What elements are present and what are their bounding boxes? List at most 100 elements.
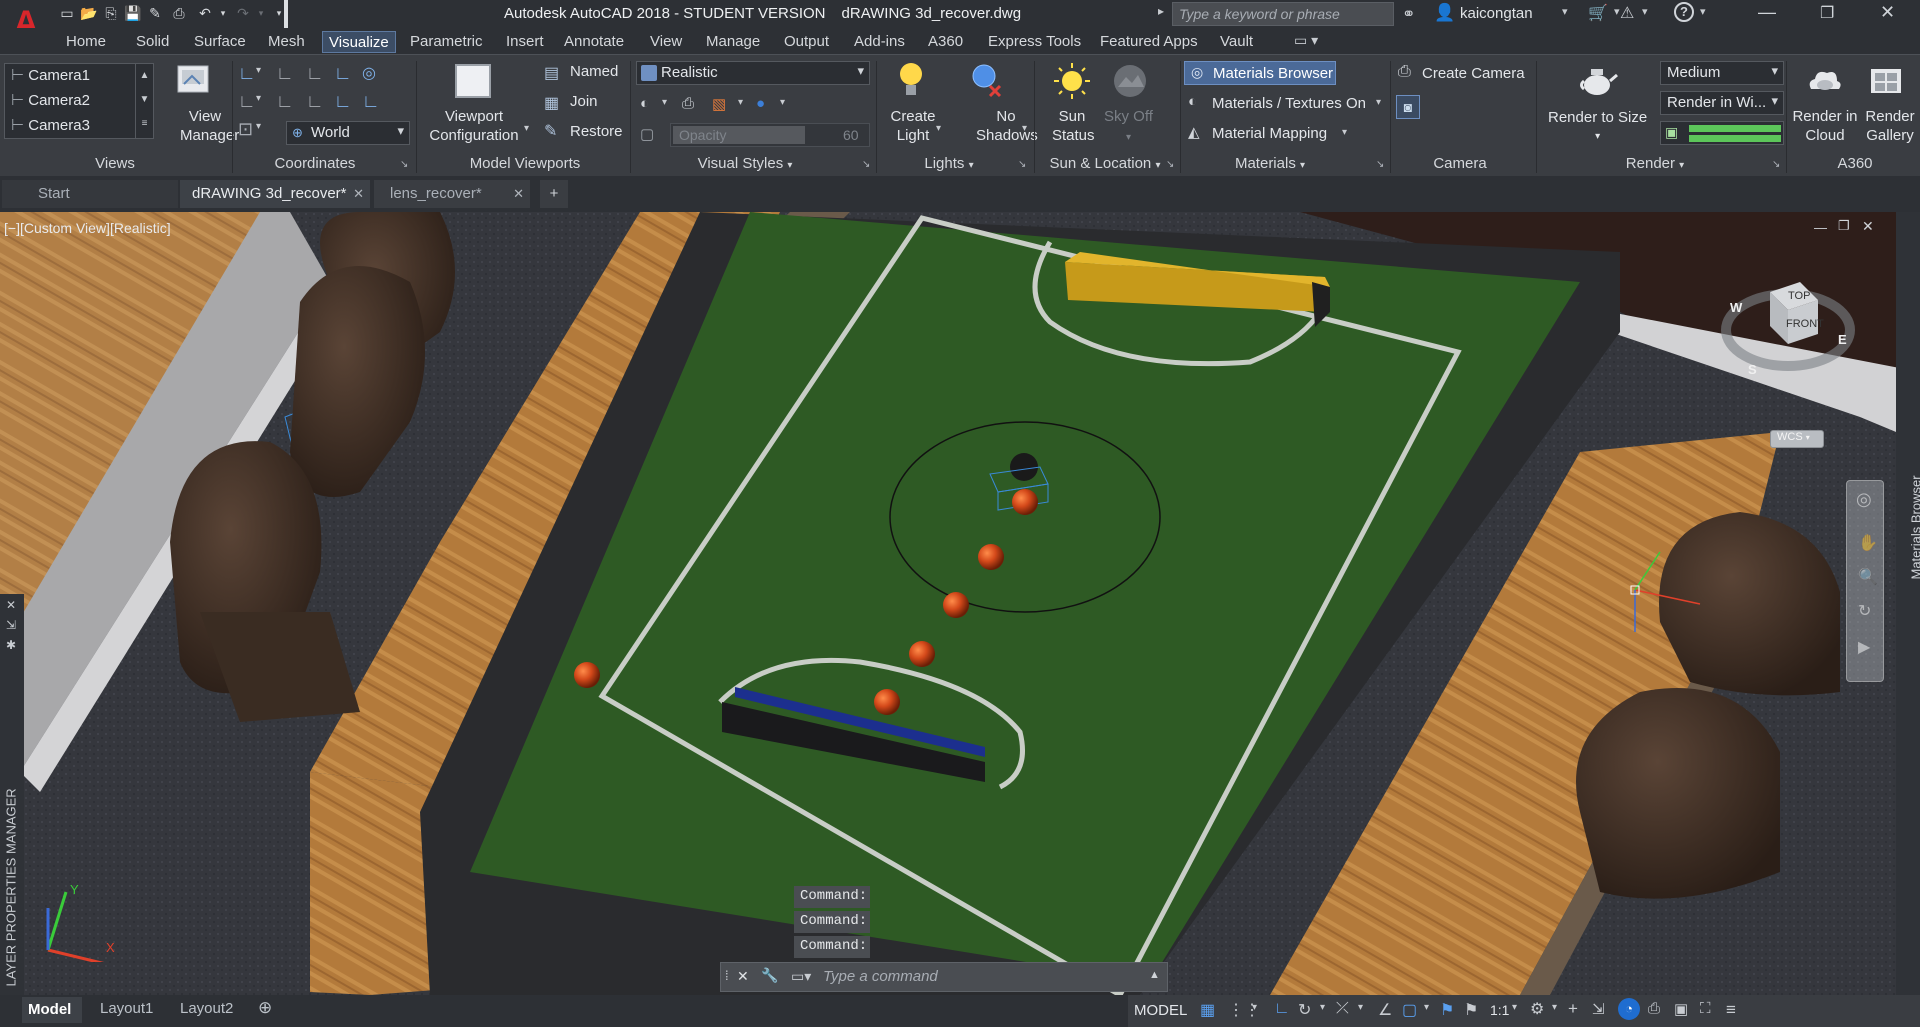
xray-icon[interactable]: ▢ [640,125,654,143]
help-dropdown-icon[interactable]: ▾ [1700,5,1706,18]
camera-list-scroll[interactable]: ▲ ▼ ≡ [135,64,153,138]
named-viewports-icon[interactable]: ▤ [544,63,559,83]
lighting-quality-dropdown-icon[interactable]: ▾ [780,97,785,108]
sun-title-wrap[interactable]: Sun & Location ▾ [1040,153,1170,175]
command-customize-icon[interactable]: 🔧 [761,967,778,984]
new-file-icon[interactable]: ▭ [58,4,76,22]
camera-item-1[interactable]: ⊢ Camera1 [11,66,90,84]
compass-e-label[interactable]: E [1838,332,1847,347]
render-to-size-button[interactable]: Render to Size ▾ [1548,109,1647,143]
sun-status-button[interactable]: Sun Status [1052,107,1095,145]
tab-express-tools[interactable]: Express Tools [982,31,1087,53]
material-mapping-button[interactable]: Material Mapping [1212,125,1327,142]
tab-output[interactable]: Output [778,31,835,53]
object-snap-dropdown-icon[interactable]: ▾ [1424,1002,1429,1013]
undo-icon[interactable]: ↶ [196,4,214,22]
user-dropdown-icon[interactable]: ▾ [1562,5,1568,18]
named-viewports-button[interactable]: Named [570,63,618,80]
ucs-previous-icon[interactable]: ∟ [306,63,324,84]
palette-settings-icon[interactable]: ✱ [6,638,16,652]
ucs-icon[interactable]: ∟ [238,63,256,84]
visual-styles-launcher-icon[interactable]: ↘ [862,159,870,170]
viewport-config-dropdown-icon[interactable]: ▾ [524,123,529,134]
tab-parametric[interactable]: Parametric [404,31,489,53]
command-grip-icon[interactable]: ⁞ [725,968,729,983]
help-icon[interactable]: ? [1674,2,1694,22]
render-launcher-icon[interactable]: ↘ [1772,159,1780,170]
material-mapping-icon[interactable]: ◭ [1188,123,1200,141]
orbit-icon[interactable]: ↻ [1858,601,1871,621]
viewcube-front-label[interactable]: FRONT [1786,318,1824,330]
polar-icon[interactable]: ↻ [1298,1000,1311,1020]
a360-dropdown-icon[interactable]: ▾ [1642,5,1648,18]
layout-tab-model[interactable]: Model [22,997,82,1023]
ucs-view-icon[interactable]: ◎ [362,63,376,83]
full-screen-icon[interactable]: ⛶ [1700,1000,1711,1017]
pan-icon[interactable]: ✋ [1858,533,1878,553]
tab-annotate[interactable]: Annotate [558,31,630,53]
tab-surface[interactable]: Surface [188,31,252,53]
camera-item-3[interactable]: ⊢ Camera3 [11,116,90,134]
palette-autohide-icon[interactable]: ⇲ [6,618,16,632]
coordinates-launcher-icon[interactable]: ↘ [400,159,408,170]
isolate-objects-icon[interactable]: ◔ [1618,998,1640,1020]
compass-w-label[interactable]: W [1730,300,1742,315]
auto-scale-icon[interactable]: ⚑ [1464,1000,1478,1020]
add-layout-icon[interactable]: ⊕ [258,998,272,1018]
isodraft-icon[interactable]: ⤫ [1336,1000,1349,1018]
workspace-dropdown-icon[interactable]: ▾ [1552,1002,1557,1013]
username[interactable]: kaicongtan [1460,5,1533,22]
layout-tab-2[interactable]: Layout2 [180,1000,233,1017]
command-prompt-icon[interactable]: ▭▾ [791,968,811,985]
customization-menu-icon[interactable]: ≡ [1726,1000,1736,1020]
visual-style-selector[interactable]: Realistic [636,61,870,85]
render-title-wrap[interactable]: Render ▾ [1600,153,1710,175]
redo-icon[interactable]: ↷ [234,4,252,22]
no-shadows-icon[interactable] [966,61,1006,101]
light-bulb-icon[interactable] [894,59,928,101]
tab-featured-apps[interactable]: Featured Apps [1094,31,1204,53]
doc-tab-start[interactable]: Start [2,180,178,208]
close-tab-icon[interactable]: ✕ [353,180,364,208]
ribbon-minimize-icon[interactable]: ▭ ▾ [1294,32,1318,49]
tab-solid[interactable]: Solid [130,31,175,53]
materials-textures-dropdown-icon[interactable]: ▾ [1376,97,1381,108]
materials-title-wrap[interactable]: Materials ▾ [1220,153,1320,175]
tab-add-ins[interactable]: Add-ins [848,31,911,53]
undo-dropdown-icon[interactable]: ▾ [214,4,232,22]
annotation-visibility-icon[interactable]: ⚑ [1440,1000,1454,1020]
render-gallery-button[interactable]: Render Gallery [1862,107,1918,145]
binoculars-icon[interactable]: ⚭ [1402,4,1415,24]
object-snap-icon[interactable]: ▢ [1402,1000,1417,1020]
command-input[interactable]: Type a command [819,965,1139,989]
polar-dropdown-icon[interactable]: ▾ [1320,1002,1325,1013]
viewcube[interactable]: TOP FRONT W S E [1718,272,1858,382]
clean-screen-icon[interactable]: ▣ [1674,1000,1688,1018]
material-mapping-dropdown-icon[interactable]: ▾ [1342,127,1347,138]
zoom-icon[interactable]: 🔍 [1858,567,1878,587]
sun-icon[interactable] [1050,59,1094,103]
materials-textures-icon[interactable]: ◐ [1188,93,1197,110]
steering-wheel-icon[interactable]: ◎ [1856,489,1872,510]
scale-dropdown-icon[interactable]: ▾ [1512,1002,1517,1013]
tab-view[interactable]: View [644,31,688,53]
sun-launcher-icon[interactable]: ↘ [1166,159,1174,170]
ucs-named-dropdown-icon[interactable]: ▾ [256,121,261,132]
ucs-x-icon[interactable]: ∟ [238,91,256,112]
materials-browser-button[interactable]: ◎ Materials Browser [1184,61,1336,85]
join-viewports-icon[interactable]: ▦ [544,93,559,113]
ucs-dropdown-icon[interactable]: ▾ [256,65,261,76]
sky-off-button[interactable]: Sky Off ▾ [1104,107,1153,147]
user-icon[interactable]: 👤 [1434,3,1455,23]
viewport-minimize-icon[interactable]: — [1814,220,1827,235]
command-history-toggle-icon[interactable]: ▲ [1149,969,1160,981]
tab-a360[interactable]: A360 [922,31,969,53]
model-space-button[interactable]: MODEL [1134,1002,1187,1019]
create-camera-button[interactable]: Create Camera [1422,65,1525,82]
ucs-named-icon[interactable]: ⊡ [238,119,253,140]
palette-close-icon[interactable]: ✕ [6,598,16,612]
ucs-origin-icon[interactable]: ∟ [334,63,352,84]
shadow-display-icon[interactable]: ⎙ [682,95,694,112]
restore-viewports-button[interactable]: Restore [570,123,623,140]
materials-launcher-icon[interactable]: ↘ [1376,159,1384,170]
